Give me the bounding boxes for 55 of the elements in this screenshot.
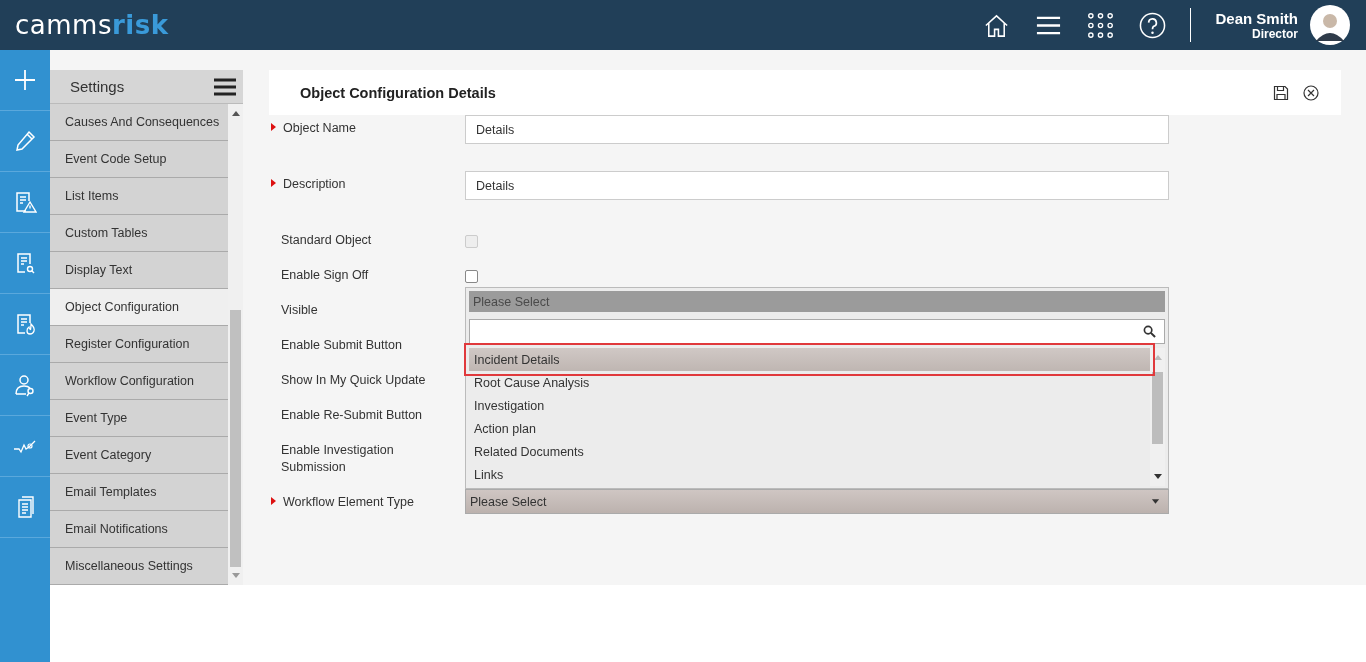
field-label: Show In My Quick Update [281, 372, 427, 389]
help-icon[interactable] [1139, 11, 1167, 39]
apps-grid-icon[interactable] [1087, 11, 1115, 39]
save-icon[interactable] [1273, 84, 1289, 101]
user-name: Dean Smith [1215, 9, 1298, 27]
panel-title: Object Configuration Details [300, 84, 496, 101]
sidebar-item[interactable]: Causes And Consequences [50, 104, 228, 141]
document-warning-icon[interactable] [13, 190, 37, 214]
close-icon[interactable] [1303, 84, 1319, 101]
sidebar-item[interactable]: Event Type [50, 400, 228, 437]
sidebar-item[interactable]: Display Text [50, 252, 228, 289]
user-search-icon[interactable] [13, 373, 37, 397]
avatar[interactable] [1310, 5, 1350, 45]
field-label: Standard Object [281, 232, 373, 249]
dropdown-option[interactable]: Investigation [469, 394, 1150, 417]
menu-icon[interactable] [214, 76, 236, 97]
sidebar-item[interactable]: Email Notifications [50, 511, 228, 548]
sidebar-title: Settings [70, 78, 125, 95]
pencil-icon[interactable] [13, 129, 37, 153]
field-label: Enable Submit Button [281, 337, 403, 354]
sidebar-item[interactable]: Workflow Configuration [50, 363, 228, 400]
scrollbar[interactable] [228, 104, 243, 585]
scroll-up-icon[interactable] [230, 110, 241, 116]
field-label: Workflow Element Type [283, 494, 415, 511]
sidebar-item[interactable]: Register Configuration [50, 326, 228, 363]
sidebar-item[interactable]: Object Configuration [50, 289, 228, 326]
text-input[interactable]: Details [465, 171, 1169, 200]
plus-icon[interactable] [13, 68, 37, 92]
field-label: Visible [281, 302, 319, 319]
dropdown-option[interactable]: Links [469, 463, 1150, 486]
sidebar-item[interactable]: List Items [50, 178, 228, 215]
logo-text: cammsrisk [15, 10, 169, 40]
field-label: Object Name [283, 120, 357, 137]
sidebar-item[interactable]: Event Category [50, 437, 228, 474]
scrollbar[interactable] [1150, 348, 1165, 486]
search-field[interactable] [469, 319, 1165, 344]
scroll-down-icon[interactable] [1152, 474, 1163, 480]
sidebar-item[interactable]: Event Code Setup [50, 141, 228, 178]
search-icon [1143, 325, 1156, 338]
scroll-up-icon[interactable] [1152, 354, 1163, 360]
checkbox[interactable] [465, 270, 478, 283]
field-label: Enable Re-Submit Button [281, 407, 424, 424]
dropdown-option[interactable]: Action plan [469, 417, 1150, 440]
text-input[interactable]: Details [465, 115, 1169, 144]
dropdown-option[interactable]: Related Documents [469, 440, 1150, 463]
field-label: Enable Investigation Submission [281, 442, 395, 476]
field-label: Enable Sign Off [281, 267, 370, 284]
user-role: Director [1252, 26, 1298, 41]
field-label: Description [283, 176, 347, 193]
sidebar-item[interactable]: Custom Tables [50, 215, 228, 252]
sidebar-item[interactable]: Email Templates [50, 474, 228, 511]
select-field[interactable]: Please Select [465, 489, 1169, 514]
dropdown-option[interactable]: Root Cause Analysis [469, 371, 1150, 394]
sidebar-item[interactable]: Miscellaneous Settings [50, 548, 228, 585]
caret-icon [1151, 498, 1160, 505]
